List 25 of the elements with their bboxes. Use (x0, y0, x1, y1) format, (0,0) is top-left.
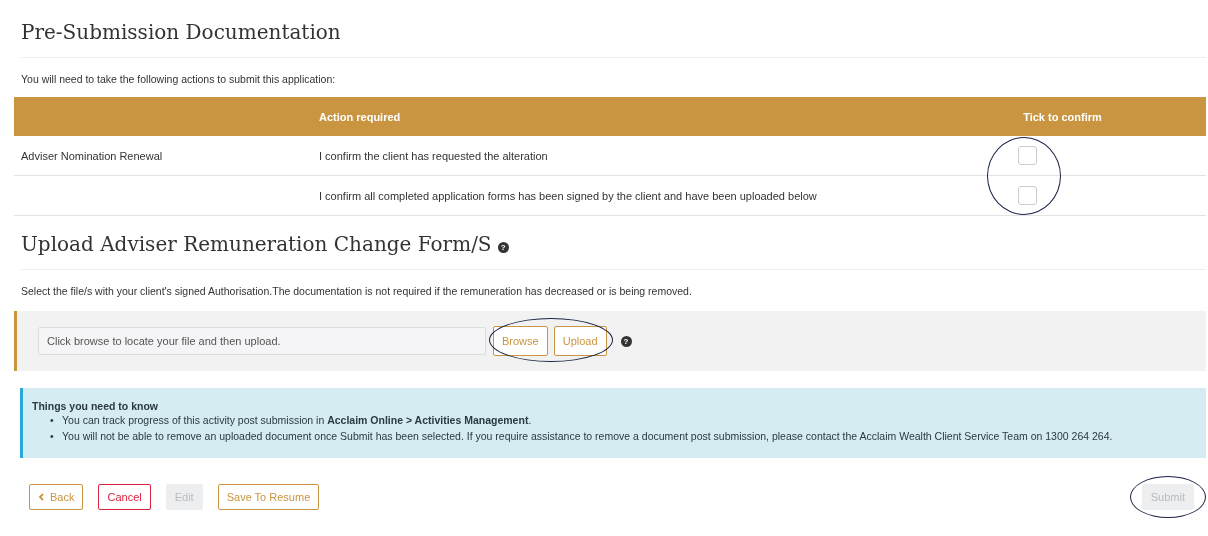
upload-button[interactable]: Browse (493, 326, 548, 356)
file-field[interactable]: Click browse to locate your file and then upload. (38, 327, 486, 355)
notice-item: You can track progress of this activity post submission in Acclaim Online > Activities Management. (62, 414, 532, 426)
action-button[interactable]: Cancel (98, 484, 151, 510)
help-icon[interactable]: ? (497, 241, 509, 253)
help-icon[interactable]: ? (620, 335, 632, 347)
checkbox[interactable] (1018, 186, 1037, 205)
instructions-text: Select the file/s with your client's signed Authorisation.The documentation is not required if the remuneration has decreased or is being removed. (21, 285, 693, 297)
chevron-icon (38, 493, 44, 501)
checkbox[interactable] (1018, 146, 1037, 165)
notice-title: Things you need to know (32, 400, 159, 412)
section-title: Upload Adviser Remuneration Change Form/S (21, 232, 492, 256)
bullet: • (50, 429, 55, 444)
section-title: Pre-Submission Documentation (21, 20, 342, 44)
bullet: • (50, 413, 55, 428)
notice-item: You will not be able to remove an uploaded document once Submit has been selected. If you require assistance to remove a document post submission, please contact the Acclaim Wealth Client Service Team on 1300 264 264. (62, 430, 1113, 442)
table-cell: Adviser Nomination Renewal (21, 149, 163, 162)
action-button[interactable]: Save To Resume (217, 484, 320, 510)
table-cell: I confirm all completed application forms has been signed by the client and have been uploaded below (319, 189, 817, 202)
intro-text: You will need to take the following actions to submit this application: (21, 73, 337, 85)
column-header: Tick to confirm (1022, 110, 1103, 123)
table-cell: I confirm the client has requested the alteration (319, 149, 548, 162)
upload-button[interactable]: Upload (553, 326, 607, 356)
action-button[interactable]: Back (29, 484, 84, 510)
column-header: Action required (319, 110, 402, 123)
